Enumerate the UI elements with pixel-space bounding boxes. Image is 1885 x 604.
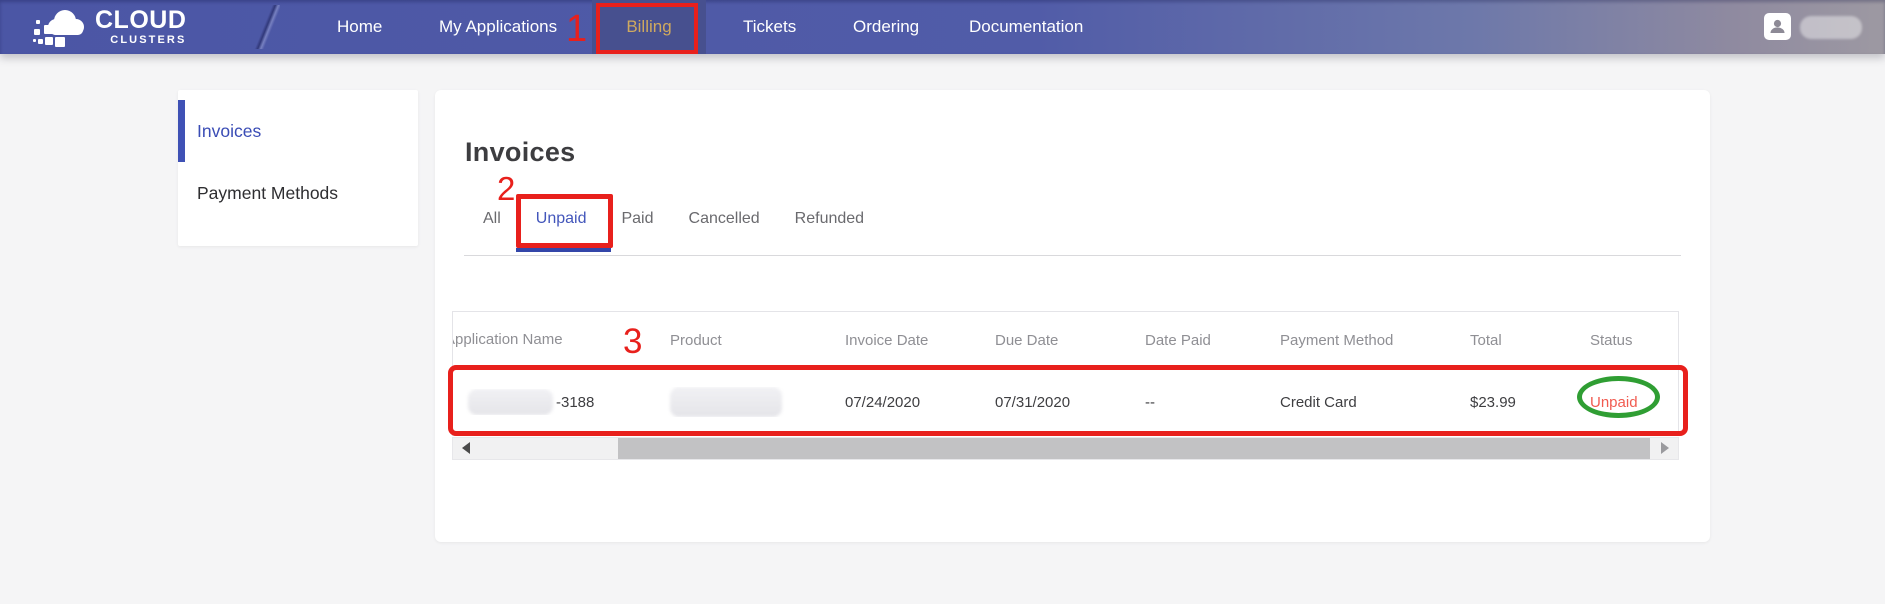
scroll-left-button[interactable] (453, 438, 479, 459)
sidebar-item-label: Invoices (197, 121, 261, 142)
arrow-left-icon (462, 442, 470, 454)
annotation-box-billing (596, 3, 698, 54)
nav-item-ordering[interactable]: Ordering (853, 0, 919, 54)
tabs-divider (464, 255, 1681, 256)
tab-paid[interactable]: Paid (621, 208, 653, 230)
tab-cancelled[interactable]: Cancelled (689, 208, 760, 230)
nav-item-my-applications[interactable]: My Applications (439, 0, 557, 54)
annotation-box-unpaid (516, 194, 613, 248)
nav-item-home[interactable]: Home (337, 0, 382, 54)
cloud-clusters-logo[interactable]: CLOUD CLUSTERS (32, 4, 186, 50)
logo-title: CLOUD (95, 8, 186, 33)
col-status: Status (1575, 332, 1678, 349)
col-due-date: Due Date (980, 332, 1130, 349)
page-title: Invoices (465, 137, 575, 168)
col-date-paid: Date Paid (1130, 332, 1265, 349)
sidebar-item-payment-methods[interactable]: Payment Methods (178, 162, 418, 224)
annotation-step-3: 3 (623, 324, 642, 359)
arrow-right-icon (1661, 442, 1669, 454)
col-invoice-date: Invoice Date (830, 332, 980, 349)
top-navbar: CLOUD CLUSTERS Home My Applications Bill… (0, 0, 1885, 54)
tab-all[interactable]: All (483, 208, 501, 230)
logo-subtitle: CLUSTERS (95, 35, 186, 46)
nav-item-tickets[interactable]: Tickets (743, 0, 796, 54)
scrollbar-thumb[interactable] (618, 438, 1650, 459)
username-redacted (1800, 16, 1862, 39)
annotation-circle-unpaid-status (1577, 376, 1660, 418)
active-tab-underline (516, 248, 611, 252)
annotation-box-invoice-row (448, 365, 1688, 436)
annotation-step-2: 2 (497, 172, 515, 205)
col-product: Product (655, 332, 830, 349)
horizontal-scrollbar[interactable] (452, 437, 1679, 460)
col-total: Total (1455, 332, 1575, 349)
invoices-panel: Invoices All Unpaid Paid Cancelled Refun… (435, 90, 1710, 542)
scroll-right-button[interactable] (1652, 438, 1678, 459)
sidebar-item-invoices[interactable]: Invoices (178, 100, 418, 162)
annotation-step-1: 1 (566, 10, 587, 48)
tab-refunded[interactable]: Refunded (795, 208, 864, 230)
sidebar-item-label: Payment Methods (197, 183, 338, 204)
nav-diagonal-separator (254, 5, 280, 49)
cloud-logo-icon (32, 4, 90, 50)
billing-sidebar: Invoices Payment Methods (178, 90, 418, 246)
page: { "navbar": { "logo": { "title": "CLOUD"… (0, 0, 1885, 604)
person-icon (1768, 17, 1787, 36)
logo-text: CLOUD CLUSTERS (95, 8, 186, 46)
col-payment-method: Payment Method (1265, 332, 1455, 349)
user-avatar-icon[interactable] (1764, 13, 1791, 40)
nav-item-documentation[interactable]: Documentation (969, 0, 1083, 54)
